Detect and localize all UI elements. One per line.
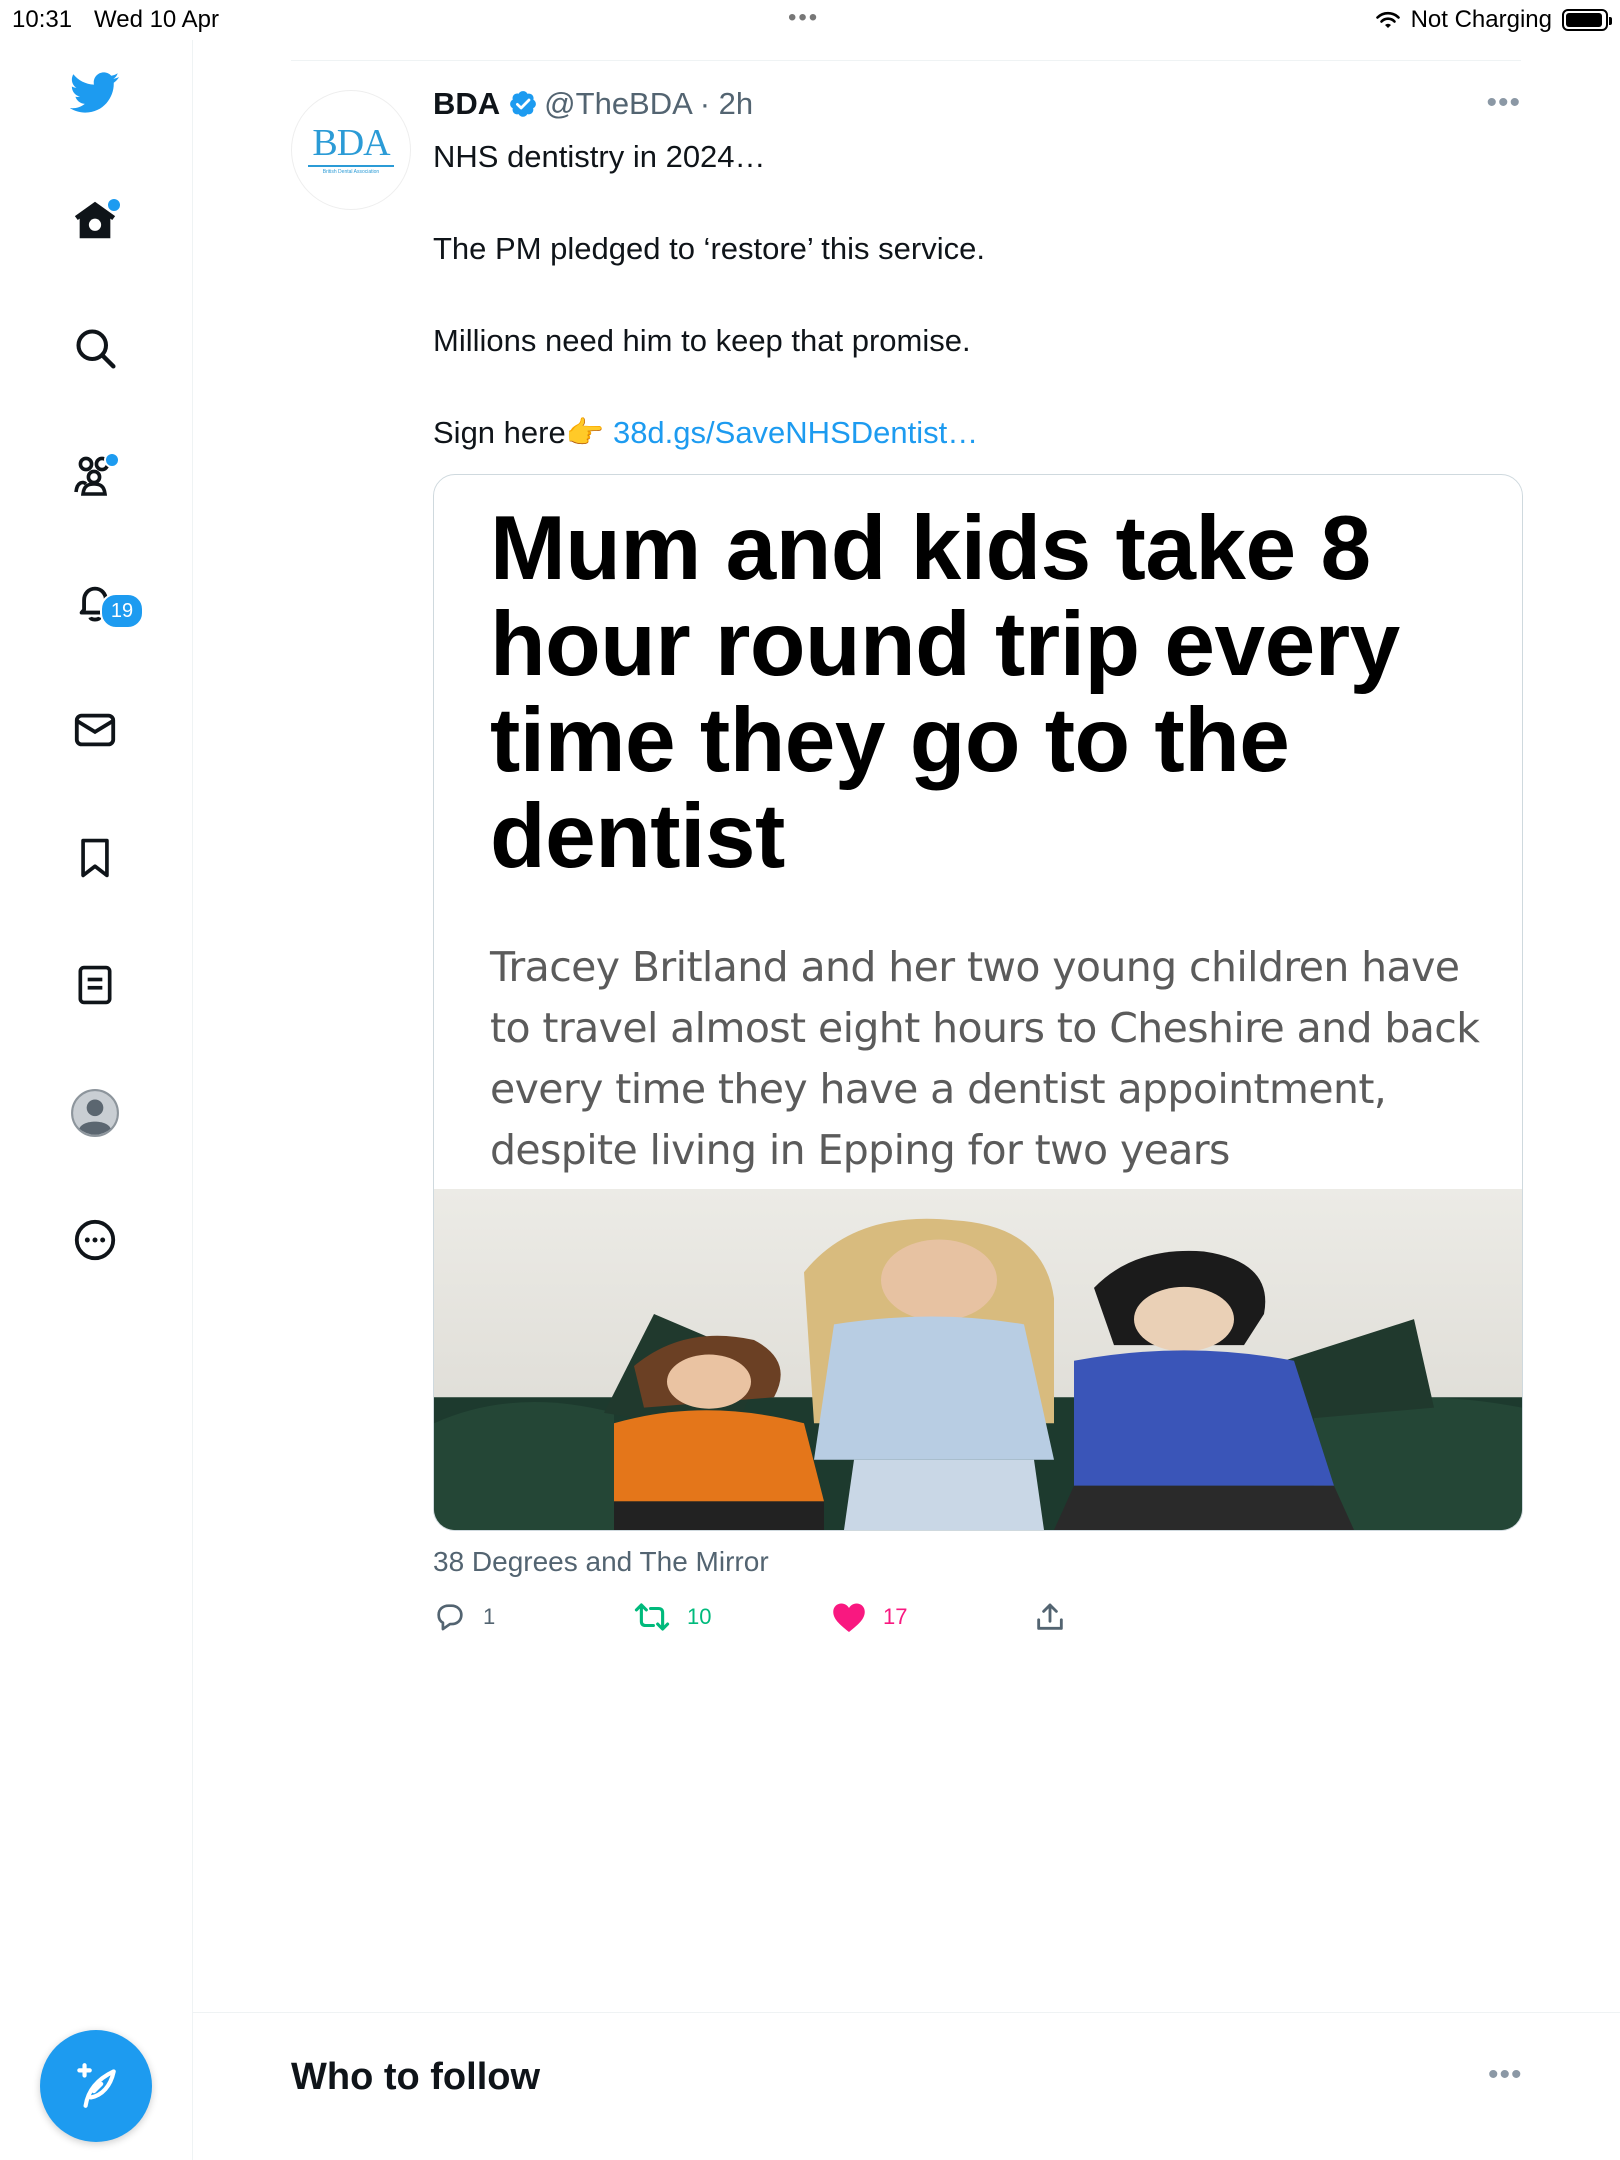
sign-label: Sign here [433,415,566,450]
like-button[interactable]: 17 [831,1600,907,1634]
share-button[interactable] [1033,1600,1067,1634]
tweet-text-line: NHS dentistry in 2024… [433,139,766,174]
reply-icon [437,1604,463,1631]
share-icon [1037,1603,1063,1630]
communities-notification-dot [104,452,120,468]
compose-tweet-icon [77,2063,116,2108]
tweet-text-line: The PM pledged to ‘restore’ this service… [433,231,985,266]
status-bar: 10:31 Wed 10 Apr ••• Not Charging [0,0,1620,40]
card-headline: Mum and kids take 8 hour round trip ever… [490,498,1400,887]
author-name[interactable]: BDA [433,86,500,122]
tweet-text-line: Millions need him to keep that promise. [433,323,971,358]
profile-avatar-icon[interactable] [70,1088,120,1138]
card-photo [434,1189,1522,1530]
more-circle-icon[interactable] [70,1215,120,1265]
status-date: Wed 10 Apr [94,6,219,33]
timeline-top-border [291,60,1521,61]
like-count: 17 [883,1604,908,1629]
heart-filled-icon [833,1603,865,1632]
author-avatar[interactable]: BDA British Dental Association [291,90,411,210]
compose-tweet-button[interactable] [40,2030,152,2142]
who-to-follow-heading: Who to follow [291,2056,541,2098]
tweet-header: BDA @TheBDA · 2h [433,86,753,122]
search-icon[interactable] [70,323,120,373]
home-icon[interactable] [70,195,122,245]
status-time: 10:31 [12,6,73,33]
logo-subtitle: British Dental Association [322,169,380,175]
verified-badge-icon [508,89,538,119]
charging-status: Not Charging [1410,6,1552,33]
tweet-more-options-icon[interactable]: ••• [1486,86,1521,120]
retweet-count: 10 [687,1604,712,1629]
notification-count-badge: 19 [100,593,144,629]
communities-icon[interactable] [70,450,120,500]
logo-underline [308,165,394,167]
status-right: Not Charging [1375,6,1612,34]
who-to-follow-more-icon[interactable]: ••• [1488,2058,1523,2092]
retweet-button[interactable]: 10 [633,1600,711,1634]
wifi-icon [1375,11,1400,28]
pointing-hand-emoji: 👉 [565,415,605,450]
home-notification-dot [106,197,122,213]
multitasking-dots-icon[interactable]: ••• [788,4,819,32]
author-handle-time[interactable]: @TheBDA · 2h [544,86,753,122]
petition-link[interactable]: 38d.gs/SaveNHSDentist… [613,415,978,450]
tweet-sign-line: Sign here👉 38d.gs/SaveNHSDentist… [433,410,1513,456]
reply-count: 1 [483,1604,496,1629]
battery-icon [1562,9,1612,31]
tweet-actions: 1 10 17 [433,1600,1133,1650]
retweet-icon [634,1603,670,1631]
tweet-text: NHS dentistry in 2024… The PM pledged to… [433,134,1513,456]
card-source[interactable]: 38 Degrees and The Mirror [433,1546,769,1578]
bda-logo: BDA [312,122,390,164]
sidebar-nav: 19 [0,40,193,2160]
section-divider [193,2012,1620,2013]
envelope-icon[interactable] [70,705,120,755]
bookmark-icon[interactable] [70,833,120,883]
twitter-logo-icon[interactable] [70,68,120,118]
reply-button[interactable]: 1 [433,1600,495,1634]
list-icon[interactable] [70,960,120,1010]
card-subheadline: Tracey Britland and her two young childr… [490,943,1480,1174]
link-preview-card[interactable]: Mum and kids take 8 hour round trip ever… [433,474,1523,1531]
